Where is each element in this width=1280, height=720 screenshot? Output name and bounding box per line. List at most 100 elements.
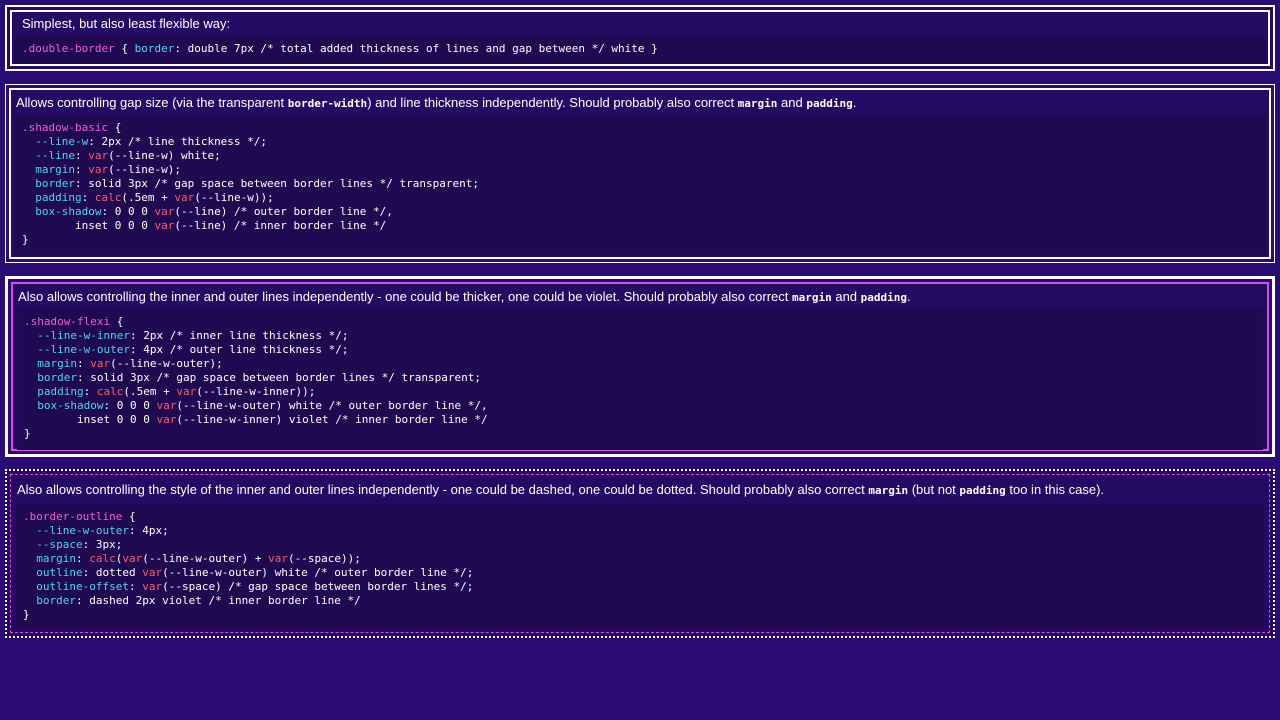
code-token-fn: var (174, 191, 195, 204)
code-line: inset 0 0 0 var(--line) /* inner border … (22, 219, 1265, 233)
code-token-punc: inset 0 0 0 (22, 219, 155, 232)
code-token-punc: (--line-w); (108, 163, 181, 176)
code-line: margin: calc(var(--line-w-outer) + var(-… (23, 552, 1264, 566)
inline-code: padding (860, 291, 908, 304)
code-token-sel: .border-outline (23, 510, 123, 523)
description-text: Also allows controlling the style of the… (17, 482, 869, 497)
code-line: .shadow-basic { (22, 121, 1265, 135)
code-token-punc: : 4px; (128, 524, 169, 537)
code-line: outline: dotted var(--line-w-outer) whit… (23, 566, 1264, 580)
code-line: border: solid 3px /* gap space between b… (22, 177, 1265, 191)
code-line: outline-offset: var(--space) /* gap spac… (23, 580, 1264, 594)
shadow-flexi-card: Also allows controlling the inner and ou… (5, 276, 1275, 457)
code-token-punc: : (76, 552, 90, 565)
code-token-punc (23, 580, 36, 593)
code-token-punc: (--line-w-outer); (110, 357, 223, 370)
description-text: (but not (908, 482, 960, 497)
code-token-punc: : solid 3px /* gap space between border … (75, 177, 479, 190)
code-token-prop: border (134, 42, 175, 55)
code-token-punc (22, 135, 35, 148)
code-token-punc: : dashed 2px violet /* inner border line… (76, 594, 361, 607)
code-token-prop: padding (37, 385, 84, 398)
code-token-punc (23, 552, 36, 565)
code-token-punc: : solid 3px /* gap space between border … (77, 371, 481, 384)
code-token-fn: var (142, 580, 163, 593)
code-token-punc: : 0 0 0 (103, 399, 157, 412)
code-token-fn: var (88, 163, 109, 176)
code-token-punc: { (114, 42, 135, 55)
code-token-punc (24, 385, 37, 398)
description-text: and (831, 289, 861, 304)
code-token-prop: --space (36, 538, 83, 551)
code-token-prop: margin (36, 552, 76, 565)
inline-code: margin (737, 97, 778, 110)
code-token-prop: border (37, 371, 77, 384)
code-line: .border-outline { (23, 510, 1264, 524)
code-token-punc: { (122, 510, 136, 523)
code-line: .shadow-flexi { (24, 315, 1263, 329)
code-line: --line-w-outer: 4px; (23, 524, 1264, 538)
code-token-prop: border (36, 594, 76, 607)
code-token-prop: --line-w-inner (37, 329, 130, 342)
code-token-prop: --line-w-outer (36, 524, 129, 537)
code-token-punc: (.5em + (123, 385, 177, 398)
code-token-punc: (--line-w-outer) + (142, 552, 269, 565)
code-block: .shadow-flexi { --line-w-inner: 2px /* i… (17, 309, 1263, 450)
code-token-fn: var (156, 399, 177, 412)
code-token-punc: : 4px /* outer line thickness */; (129, 343, 349, 356)
code-token-punc (23, 594, 36, 607)
code-token-punc: : (77, 357, 91, 370)
code-token-punc: (--line-w) white; (108, 149, 221, 162)
code-token-prop: margin (37, 357, 77, 370)
code-token-punc (24, 329, 37, 342)
inline-code: margin (791, 291, 832, 304)
code-token-fn: var (142, 566, 163, 579)
description-text: . (852, 95, 857, 110)
code-token-prop: --line (35, 149, 75, 162)
code-line: } (23, 608, 1264, 622)
code-line: padding: calc(.5em + var(--line-w-inner)… (24, 385, 1263, 399)
code-token-punc: (--line-w-outer) white /* outer border l… (176, 399, 488, 412)
code-token-punc: : (75, 149, 89, 162)
code-token-prop: margin (35, 163, 75, 176)
code-line: box-shadow: 0 0 0 var(--line) /* outer b… (22, 205, 1265, 219)
code-token-punc: : (81, 191, 95, 204)
border-outline-card: Also allows controlling the style of the… (5, 469, 1275, 638)
card-description: Also allows controlling the style of the… (7, 481, 1104, 500)
code-token-sel: .double-border (22, 42, 115, 55)
code-token-fn: calc (96, 385, 124, 398)
code-token-punc: } (22, 233, 29, 246)
code-line: margin: var(--line-w-outer); (24, 357, 1263, 371)
code-token-punc (22, 149, 35, 162)
code-token-fn: calc (89, 552, 116, 565)
code-token-punc: (--line) /* outer border line */, (174, 205, 393, 218)
code-line: } (24, 427, 1263, 441)
code-line: border: dashed 2px violet /* inner borde… (23, 594, 1264, 608)
code-token-punc: : 2px /* inner line thickness */; (129, 329, 349, 342)
code-token-fn: var (88, 149, 109, 162)
code-token-punc: { (110, 315, 124, 328)
description-text: and (777, 95, 807, 110)
code-token-fn: var (154, 219, 175, 232)
code-token-prop: padding (35, 191, 82, 204)
inline-code: padding (959, 484, 1006, 497)
code-token-punc (22, 177, 35, 190)
code-token-punc: (--line-w-inner)); (196, 385, 316, 398)
code-line: margin: var(--line-w); (22, 163, 1265, 177)
code-line: box-shadow: 0 0 0 var(--line-w-outer) wh… (24, 399, 1263, 413)
card-description: Allows controlling gap size (via the tra… (6, 94, 856, 113)
code-token-punc: { (108, 121, 122, 134)
code-token-punc: } (23, 608, 30, 621)
code-token-fn: var (122, 552, 143, 565)
code-line: inset 0 0 0 var(--line-w-inner) violet /… (24, 413, 1263, 427)
description-text: Allows controlling gap size (via the tra… (16, 95, 288, 110)
code-block: .border-outline { --line-w-outer: 4px; -… (16, 504, 1264, 629)
description-text: . (907, 289, 911, 304)
code-line: border: solid 3px /* gap space between b… (24, 371, 1263, 385)
double-border-card: Simplest, but also least flexible way: .… (5, 5, 1275, 71)
code-token-punc: : 2px /* line thickness */; (88, 135, 268, 148)
code-token-punc: (--line-w)); (194, 191, 274, 204)
code-block: .double-border { border: double 7px /* t… (15, 36, 1265, 64)
code-token-punc: : 3px; (82, 538, 123, 551)
code-token-prop: --line-w (35, 135, 89, 148)
